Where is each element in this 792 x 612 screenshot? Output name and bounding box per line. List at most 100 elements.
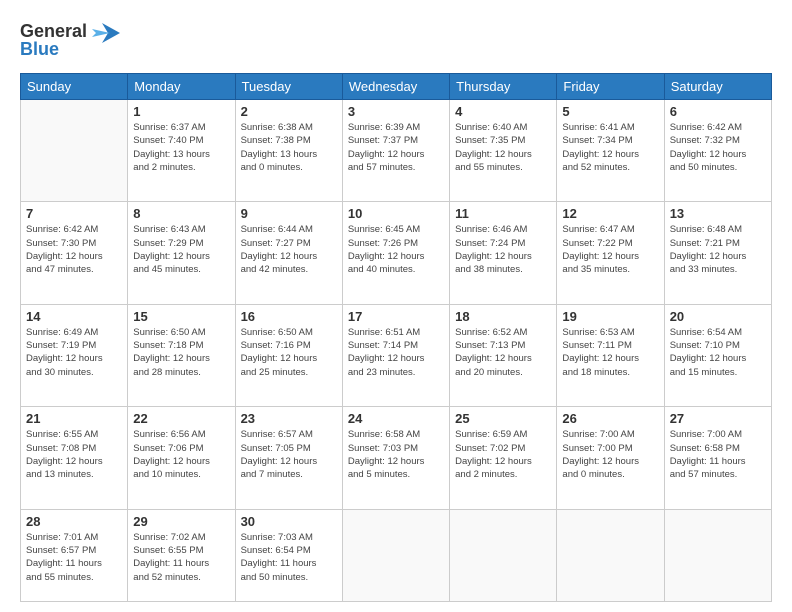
day-info: Sunrise: 6:56 AM Sunset: 7:06 PM Dayligh…	[133, 428, 229, 481]
day-info: Sunrise: 6:42 AM Sunset: 7:30 PM Dayligh…	[26, 223, 122, 276]
day-number: 10	[348, 206, 444, 221]
day-number: 27	[670, 411, 766, 426]
day-number: 2	[241, 104, 337, 119]
day-info: Sunrise: 7:00 AM Sunset: 7:00 PM Dayligh…	[562, 428, 658, 481]
day-info: Sunrise: 6:45 AM Sunset: 7:26 PM Dayligh…	[348, 223, 444, 276]
weekday-friday: Friday	[557, 74, 664, 100]
calendar-cell: 5 Sunrise: 6:41 AM Sunset: 7:34 PM Daylig…	[557, 100, 664, 202]
day-number: 20	[670, 309, 766, 324]
calendar-cell: 24Sunrise: 6:58 AM Sunset: 7:03 PM Dayli…	[342, 407, 449, 509]
day-info: Sunrise: 6:50 AM Sunset: 7:16 PM Dayligh…	[241, 326, 337, 379]
calendar-cell: 26 Sunrise: 7:00 AM Sunset: 7:00 PM Dayli…	[557, 407, 664, 509]
day-info: Sunrise: 6:49 AM Sunset: 7:19 PM Dayligh…	[26, 326, 122, 379]
day-number: 26	[562, 411, 658, 426]
weekday-thursday: Thursday	[450, 74, 557, 100]
svg-text:Blue: Blue	[20, 39, 59, 59]
weekday-wednesday: Wednesday	[342, 74, 449, 100]
calendar-cell: 20 Sunrise: 6:54 AM Sunset: 7:10 PM Dayli…	[664, 304, 771, 406]
calendar-cell: 13 Sunrise: 6:48 AM Sunset: 7:21 PM Dayli…	[664, 202, 771, 304]
calendar-cell: 16 Sunrise: 6:50 AM Sunset: 7:16 PM Dayli…	[235, 304, 342, 406]
week-row-3: 14 Sunrise: 6:49 AM Sunset: 7:19 PM Dayli…	[21, 304, 772, 406]
calendar-cell: 30Sunrise: 7:03 AM Sunset: 6:54 PM Dayli…	[235, 509, 342, 601]
day-number: 17	[348, 309, 444, 324]
day-info: Sunrise: 6:52 AM Sunset: 7:13 PM Dayligh…	[455, 326, 551, 379]
day-number: 1	[133, 104, 229, 119]
calendar-cell: 2Sunrise: 6:38 AM Sunset: 7:38 PM Daylig…	[235, 100, 342, 202]
calendar-cell: 10 Sunrise: 6:45 AM Sunset: 7:26 PM Dayli…	[342, 202, 449, 304]
day-info: Sunrise: 6:41 AM Sunset: 7:34 PM Dayligh…	[562, 121, 658, 174]
logo-text: General Blue	[20, 15, 130, 65]
day-info: Sunrise: 6:51 AM Sunset: 7:14 PM Dayligh…	[348, 326, 444, 379]
calendar-cell: 28Sunrise: 7:01 AM Sunset: 6:57 PM Dayli…	[21, 509, 128, 601]
day-number: 7	[26, 206, 122, 221]
day-info: Sunrise: 6:47 AM Sunset: 7:22 PM Dayligh…	[562, 223, 658, 276]
day-number: 3	[348, 104, 444, 119]
day-number: 30	[241, 514, 337, 529]
calendar-cell: 17 Sunrise: 6:51 AM Sunset: 7:14 PM Dayli…	[342, 304, 449, 406]
calendar-table: SundayMondayTuesdayWednesdayThursdayFrid…	[20, 73, 772, 602]
day-info: Sunrise: 6:58 AM Sunset: 7:03 PM Dayligh…	[348, 428, 444, 481]
calendar-cell: 27 Sunrise: 7:00 AM Sunset: 6:58 PM Dayli…	[664, 407, 771, 509]
week-row-5: 28Sunrise: 7:01 AM Sunset: 6:57 PM Dayli…	[21, 509, 772, 601]
weekday-monday: Monday	[128, 74, 235, 100]
day-info: Sunrise: 6:46 AM Sunset: 7:24 PM Dayligh…	[455, 223, 551, 276]
page: General Blue SundayMondayTuesdayWednesda…	[0, 0, 792, 612]
calendar-cell: 6Sunrise: 6:42 AM Sunset: 7:32 PM Daylig…	[664, 100, 771, 202]
day-number: 13	[670, 206, 766, 221]
day-number: 18	[455, 309, 551, 324]
day-number: 5	[562, 104, 658, 119]
day-number: 25	[455, 411, 551, 426]
day-info: Sunrise: 6:59 AM Sunset: 7:02 PM Dayligh…	[455, 428, 551, 481]
day-info: Sunrise: 6:55 AM Sunset: 7:08 PM Dayligh…	[26, 428, 122, 481]
calendar-cell: 22 Sunrise: 6:56 AM Sunset: 7:06 PM Dayli…	[128, 407, 235, 509]
weekday-saturday: Saturday	[664, 74, 771, 100]
calendar-cell: 29Sunrise: 7:02 AM Sunset: 6:55 PM Dayli…	[128, 509, 235, 601]
day-info: Sunrise: 6:39 AM Sunset: 7:37 PM Dayligh…	[348, 121, 444, 174]
day-number: 22	[133, 411, 229, 426]
day-info: Sunrise: 6:50 AM Sunset: 7:18 PM Dayligh…	[133, 326, 229, 379]
day-info: Sunrise: 7:00 AM Sunset: 6:58 PM Dayligh…	[670, 428, 766, 481]
weekday-sunday: Sunday	[21, 74, 128, 100]
weekday-header-row: SundayMondayTuesdayWednesdayThursdayFrid…	[21, 74, 772, 100]
header: General Blue	[20, 15, 772, 65]
calendar-cell	[342, 509, 449, 601]
calendar-cell: 23 Sunrise: 6:57 AM Sunset: 7:05 PM Dayli…	[235, 407, 342, 509]
day-number: 15	[133, 309, 229, 324]
day-number: 9	[241, 206, 337, 221]
calendar-cell: 11 Sunrise: 6:46 AM Sunset: 7:24 PM Dayli…	[450, 202, 557, 304]
day-info: Sunrise: 6:43 AM Sunset: 7:29 PM Dayligh…	[133, 223, 229, 276]
calendar-cell: 21Sunrise: 6:55 AM Sunset: 7:08 PM Dayli…	[21, 407, 128, 509]
day-number: 12	[562, 206, 658, 221]
calendar-cell	[450, 509, 557, 601]
calendar-cell: 3 Sunrise: 6:39 AM Sunset: 7:37 PM Daylig…	[342, 100, 449, 202]
day-number: 19	[562, 309, 658, 324]
calendar-cell: 7 Sunrise: 6:42 AM Sunset: 7:30 PM Daylig…	[21, 202, 128, 304]
day-info: Sunrise: 6:44 AM Sunset: 7:27 PM Dayligh…	[241, 223, 337, 276]
day-number: 28	[26, 514, 122, 529]
day-info: Sunrise: 6:53 AM Sunset: 7:11 PM Dayligh…	[562, 326, 658, 379]
calendar-cell: 19 Sunrise: 6:53 AM Sunset: 7:11 PM Dayli…	[557, 304, 664, 406]
calendar-cell	[21, 100, 128, 202]
week-row-2: 7 Sunrise: 6:42 AM Sunset: 7:30 PM Daylig…	[21, 202, 772, 304]
day-number: 11	[455, 206, 551, 221]
calendar-cell	[557, 509, 664, 601]
calendar-cell	[664, 509, 771, 601]
day-info: Sunrise: 6:57 AM Sunset: 7:05 PM Dayligh…	[241, 428, 337, 481]
day-number: 6	[670, 104, 766, 119]
day-number: 14	[26, 309, 122, 324]
calendar-cell: 4Sunrise: 6:40 AM Sunset: 7:35 PM Daylig…	[450, 100, 557, 202]
day-number: 23	[241, 411, 337, 426]
calendar-cell: 15 Sunrise: 6:50 AM Sunset: 7:18 PM Dayli…	[128, 304, 235, 406]
day-info: Sunrise: 6:54 AM Sunset: 7:10 PM Dayligh…	[670, 326, 766, 379]
week-row-1: 1 Sunrise: 6:37 AM Sunset: 7:40 PM Daylig…	[21, 100, 772, 202]
day-number: 29	[133, 514, 229, 529]
calendar-cell: 9 Sunrise: 6:44 AM Sunset: 7:27 PM Daylig…	[235, 202, 342, 304]
calendar-cell: 1 Sunrise: 6:37 AM Sunset: 7:40 PM Daylig…	[128, 100, 235, 202]
day-info: Sunrise: 6:37 AM Sunset: 7:40 PM Dayligh…	[133, 121, 229, 174]
day-number: 16	[241, 309, 337, 324]
weekday-tuesday: Tuesday	[235, 74, 342, 100]
calendar-cell: 18 Sunrise: 6:52 AM Sunset: 7:13 PM Dayli…	[450, 304, 557, 406]
day-number: 4	[455, 104, 551, 119]
calendar-cell: 12 Sunrise: 6:47 AM Sunset: 7:22 PM Dayli…	[557, 202, 664, 304]
day-info: Sunrise: 6:48 AM Sunset: 7:21 PM Dayligh…	[670, 223, 766, 276]
